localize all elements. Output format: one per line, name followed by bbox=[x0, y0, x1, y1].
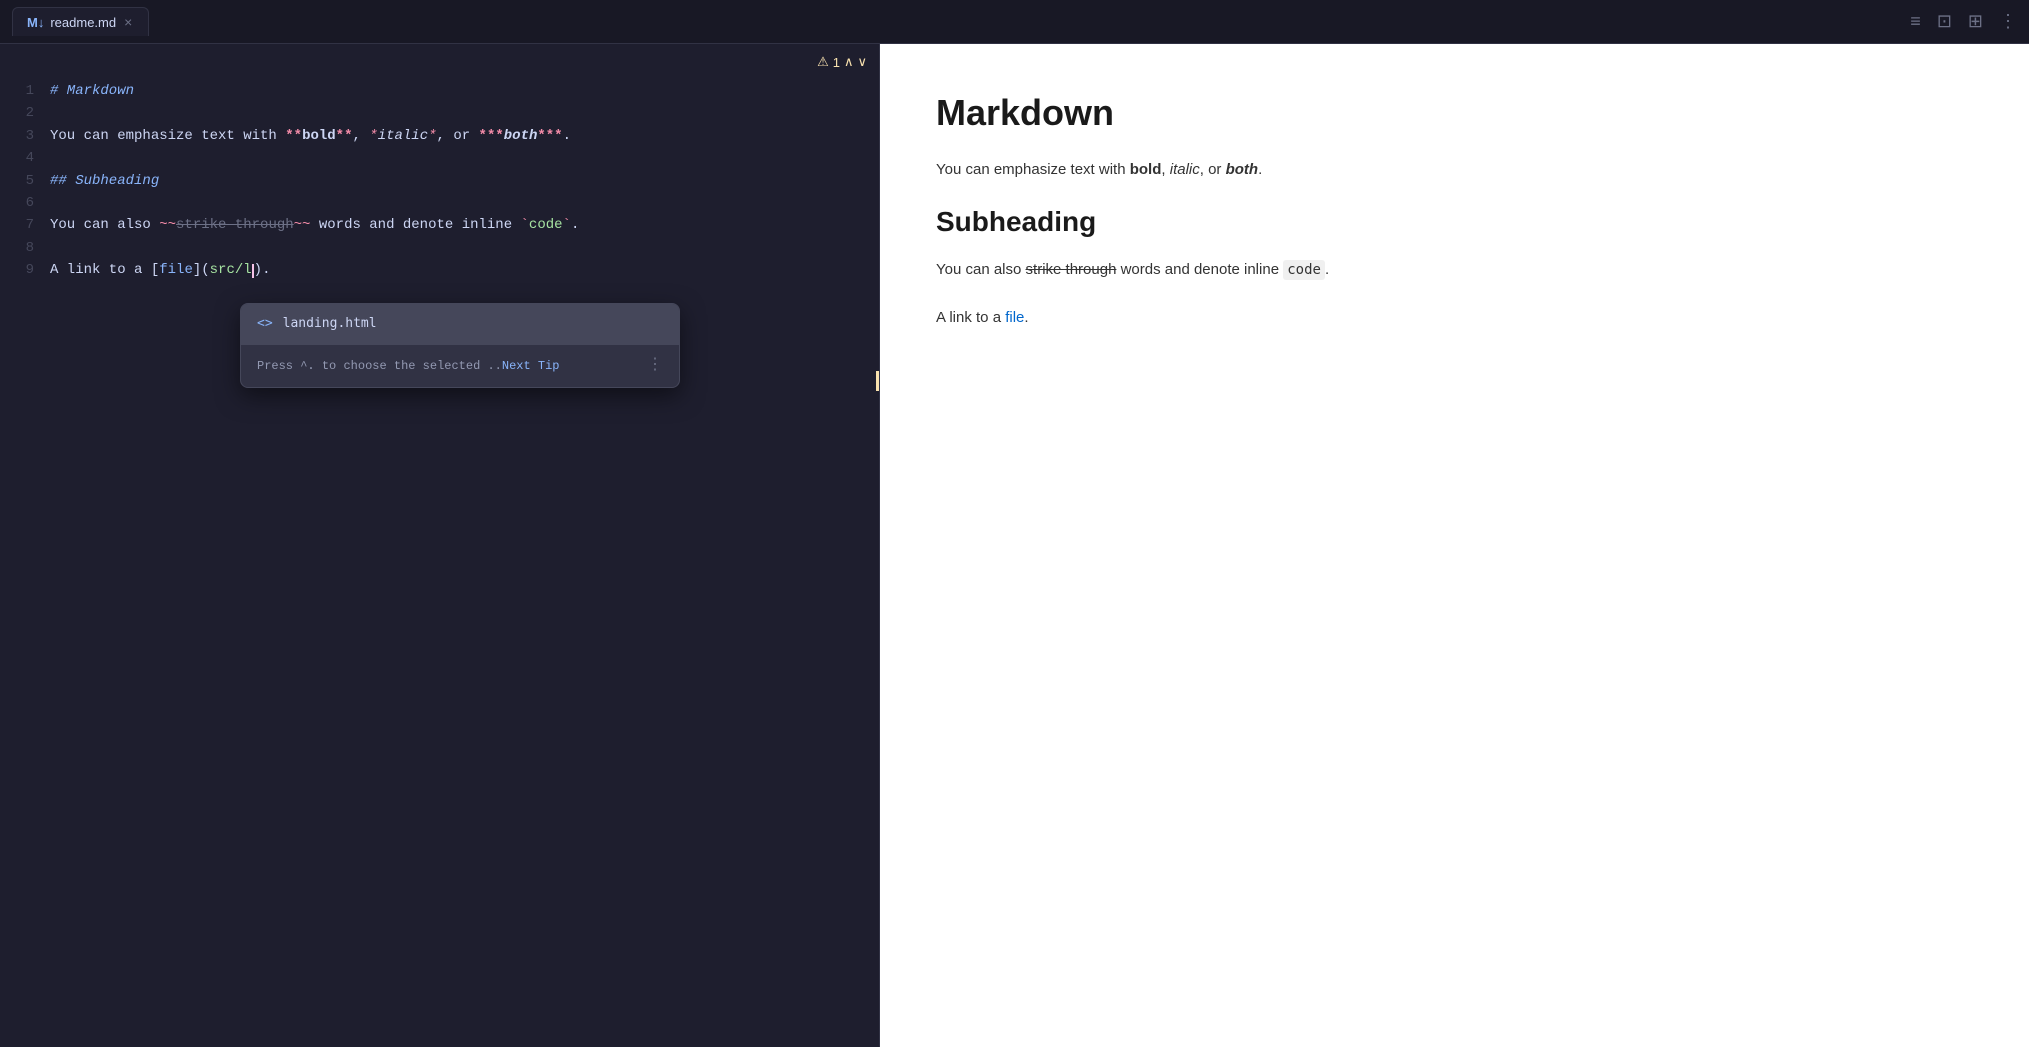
preview-p1-post: . bbox=[1258, 161, 1262, 178]
preview-p2-post: . bbox=[1325, 261, 1329, 278]
titlebar: M↓ readme.md × ≡ ⊡ ⊞ ⋮ bbox=[0, 0, 2029, 44]
markdown-icon: M↓ bbox=[27, 15, 44, 30]
tab-close-button[interactable]: × bbox=[122, 14, 134, 30]
preview-p1: You can emphasize text with bold, italic… bbox=[936, 158, 1973, 182]
preview-pane: Markdown You can emphasize text with bol… bbox=[880, 44, 2029, 1047]
code-line-7: You can also ~~strike through~~ words an… bbox=[50, 214, 879, 236]
preview-bolditalic: both bbox=[1226, 161, 1258, 178]
preview-p1-sep2: , or bbox=[1200, 161, 1226, 178]
code-line-5: ## Subheading bbox=[50, 170, 879, 192]
preview-p3: A link to a file. bbox=[936, 306, 1973, 330]
preview-bold: bold bbox=[1130, 161, 1162, 178]
line-num-5: 5 bbox=[16, 170, 34, 192]
autocomplete-dropdown[interactable]: <> landing.html Press ^. to choose the s… bbox=[240, 303, 680, 387]
hamburger-icon[interactable]: ≡ bbox=[1910, 11, 1921, 32]
preview-p3-pre: A link to a bbox=[936, 309, 1005, 326]
preview-h2: Subheading bbox=[936, 206, 1973, 238]
autocomplete-hint-bar: Press ^. to choose the selected ..Next T… bbox=[241, 345, 679, 387]
warning-badge: ⚠ 1 ∧ ∨ bbox=[817, 54, 867, 70]
warning-icon: ⚠ bbox=[817, 54, 829, 70]
line-num-8: 8 bbox=[16, 237, 34, 259]
preview-p2-pre: You can also bbox=[936, 261, 1026, 278]
hint-key: . bbox=[307, 358, 314, 372]
main-content: ⚠ 1 ∧ ∨ 1 2 3 4 5 6 7 8 9 # Markd bbox=[0, 44, 2029, 1047]
titlebar-actions: ≡ ⊡ ⊞ ⋮ bbox=[1910, 11, 2017, 32]
line-num-1: 1 bbox=[16, 80, 34, 102]
preview-p1-pre: You can emphasize text with bbox=[936, 161, 1130, 178]
code-line-8 bbox=[50, 237, 879, 259]
split-view-icon[interactable]: ⊡ bbox=[1937, 11, 1952, 32]
line-num-2: 2 bbox=[16, 102, 34, 124]
hint-prefix: Press ^ bbox=[257, 359, 307, 373]
preview-p1-sep1: , bbox=[1161, 161, 1169, 178]
preview-icon[interactable]: ⊞ bbox=[1968, 11, 1983, 32]
preview-p3-post: . bbox=[1024, 309, 1028, 326]
preview-p2-mid: words and denote inline bbox=[1116, 261, 1279, 278]
line-numbers: 1 2 3 4 5 6 7 8 9 bbox=[0, 80, 50, 1047]
line-num-6: 6 bbox=[16, 192, 34, 214]
preview-link[interactable]: file bbox=[1005, 309, 1024, 326]
code-line-2 bbox=[50, 102, 879, 124]
code-lines: # Markdown You can emphasize text with *… bbox=[50, 80, 879, 1047]
autocomplete-item-landing[interactable]: <> landing.html bbox=[241, 304, 679, 345]
preview-p2: You can also strike through words and de… bbox=[936, 258, 1973, 282]
autocomplete-item-text: landing.html bbox=[283, 314, 377, 335]
next-tip-link[interactable]: Next Tip bbox=[502, 359, 560, 373]
autocomplete-hint-text: Press ^. to choose the selected ..Next T… bbox=[257, 356, 560, 376]
line-num-4: 4 bbox=[16, 147, 34, 169]
preview-strike: strike through bbox=[1026, 261, 1117, 278]
preview-h1: Markdown bbox=[936, 92, 1973, 134]
preview-code: code bbox=[1283, 260, 1325, 280]
editor-pane: ⚠ 1 ∧ ∨ 1 2 3 4 5 6 7 8 9 # Markd bbox=[0, 44, 880, 1047]
orange-indicator bbox=[876, 371, 879, 391]
code-line-1: # Markdown bbox=[50, 80, 879, 102]
line-num-9: 9 bbox=[16, 259, 34, 281]
line-num-3: 3 bbox=[16, 125, 34, 147]
preview-italic: italic bbox=[1170, 161, 1200, 178]
nav-up-button[interactable]: ∧ bbox=[844, 54, 854, 70]
warning-count: 1 bbox=[833, 55, 840, 70]
readme-tab[interactable]: M↓ readme.md × bbox=[12, 7, 149, 36]
html-file-icon: <> bbox=[257, 314, 273, 335]
code-line-3: You can emphasize text with **bold**, *i… bbox=[50, 125, 879, 147]
editor-header: ⚠ 1 ∧ ∨ bbox=[0, 44, 879, 80]
tab-filename: readme.md bbox=[50, 15, 116, 30]
tab-bar: M↓ readme.md × bbox=[12, 7, 149, 36]
nav-down-button[interactable]: ∨ bbox=[857, 54, 867, 70]
line-num-7: 7 bbox=[16, 214, 34, 236]
code-editor[interactable]: 1 2 3 4 5 6 7 8 9 # Markdown You can emp… bbox=[0, 80, 879, 1047]
hint-middle: to choose the selected .. bbox=[315, 359, 502, 373]
autocomplete-more-button[interactable]: ⋮ bbox=[647, 353, 663, 379]
code-line-6 bbox=[50, 192, 879, 214]
more-options-icon[interactable]: ⋮ bbox=[1999, 11, 2017, 32]
code-line-4 bbox=[50, 147, 879, 169]
code-line-9: A link to a [file](src/l). bbox=[50, 259, 879, 281]
